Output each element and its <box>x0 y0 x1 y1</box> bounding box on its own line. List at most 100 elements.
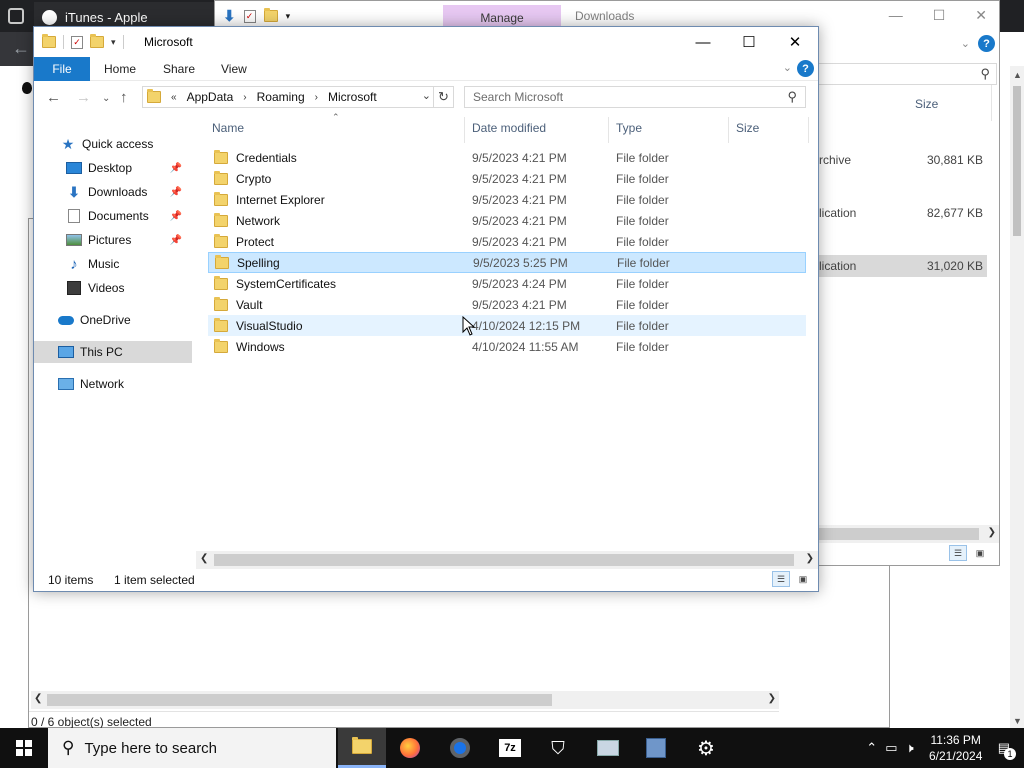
breadcrumb-overflow-icon[interactable]: « <box>171 92 177 103</box>
nav-onedrive[interactable]: OneDrive <box>34 309 192 331</box>
file-list-hscroll[interactable]: ❮ ❯ <box>196 551 818 569</box>
taskbar-app-6[interactable] <box>584 728 632 768</box>
taskbar-chrome[interactable] <box>436 728 484 768</box>
chevron-down-icon[interactable]: ▾ <box>286 11 291 22</box>
table-row[interactable]: SystemCertificates 9/5/2023 4:24 PM File… <box>208 273 806 294</box>
browser-back-icon[interactable]: ← <box>12 38 30 59</box>
scroll-right-icon[interactable]: ❯ <box>768 693 776 704</box>
table-row[interactable]: Windows 4/10/2024 11:55 AM File folder <box>208 336 806 357</box>
nav-network[interactable]: Network <box>34 373 192 395</box>
maximize-icon[interactable]: ☐ <box>933 7 946 24</box>
taskbar-firefox[interactable] <box>386 728 434 768</box>
nav-music[interactable]: ♪ Music <box>34 253 192 275</box>
maximize-icon[interactable]: ☐ <box>726 27 772 57</box>
tab-search-icon[interactable] <box>8 8 24 24</box>
nav-quick-access[interactable]: ★ Quick access <box>34 133 192 155</box>
table-row[interactable]: Credentials 9/5/2023 4:21 PM File folder <box>208 147 806 168</box>
sevenzip-hscroll[interactable]: ❮ ❯ <box>31 691 779 709</box>
column-divider[interactable] <box>991 85 992 121</box>
table-row[interactable]: Internet Explorer 9/5/2023 4:21 PM File … <box>208 189 806 210</box>
properties-icon[interactable]: ✓ <box>71 35 83 49</box>
forward-icon[interactable]: → <box>76 89 91 106</box>
scroll-right-icon[interactable]: ❯ <box>988 527 996 538</box>
downloads-hscroll-thumb[interactable] <box>819 528 979 540</box>
new-folder-icon[interactable] <box>90 34 104 48</box>
address-dropdown-icon[interactable]: ⌄ <box>422 89 431 102</box>
taskbar-app-7[interactable] <box>632 728 680 768</box>
refresh-icon[interactable]: ↻ <box>434 86 454 108</box>
table-row[interactable]: Crypto 9/5/2023 4:21 PM File folder <box>208 168 806 189</box>
downloads-hscroll[interactable]: ❯ <box>819 525 999 543</box>
new-folder-icon[interactable] <box>263 8 278 22</box>
close-icon[interactable]: ✕ <box>975 7 987 24</box>
volume-muted-icon[interactable]: 🕨 <box>906 740 914 756</box>
help-icon[interactable]: ? <box>797 60 814 77</box>
scroll-left-icon[interactable]: ❮ <box>200 553 208 564</box>
column-divider[interactable] <box>464 117 465 143</box>
ribbon-expand-icon[interactable]: ⌄ <box>783 61 792 74</box>
table-row[interactable]: Protect 9/5/2023 4:21 PM File folder <box>208 231 806 252</box>
breadcrumb-chevron-icon[interactable]: › <box>315 92 318 103</box>
table-row-hover[interactable]: VisualStudio 4/10/2024 12:15 PM File fol… <box>208 315 806 336</box>
details-view-icon[interactable]: ☰ <box>772 571 790 587</box>
sevenzip-hscroll-thumb[interactable] <box>47 694 552 706</box>
breadcrumb-roaming[interactable]: Roaming <box>257 90 305 104</box>
help-icon[interactable]: ? <box>978 35 995 52</box>
taskbar-security[interactable]: ⛉ <box>534 728 582 768</box>
browser-scroll-thumb[interactable] <box>1013 86 1021 236</box>
list-item-selected[interactable]: lication 31,020 KB <box>819 255 987 277</box>
recent-locations-icon[interactable]: ⌄ <box>102 93 110 104</box>
scroll-left-icon[interactable]: ❮ <box>34 693 42 704</box>
file-list-hscroll-thumb[interactable] <box>214 554 794 566</box>
table-row[interactable]: Vault 9/5/2023 4:21 PM File folder <box>208 294 806 315</box>
scroll-down-icon[interactable]: ▼ <box>1013 716 1022 726</box>
up-icon[interactable]: ↑ <box>120 89 128 106</box>
chevron-down-icon[interactable]: ▾ <box>111 37 116 48</box>
ribbon-expand-icon[interactable]: ⌄ <box>961 37 970 50</box>
scroll-up-icon[interactable]: ▲ <box>1013 70 1022 80</box>
scroll-right-icon[interactable]: ❯ <box>806 553 814 564</box>
nav-downloads[interactable]: ⬇ Downloads 📌 <box>34 181 192 203</box>
list-item[interactable]: rchive 30,881 KB <box>819 149 987 171</box>
column-size[interactable]: Size <box>915 97 938 111</box>
clock[interactable]: 11:36 PM 6/21/2024 <box>918 732 994 764</box>
column-divider[interactable] <box>608 117 609 143</box>
column-divider[interactable] <box>808 117 809 143</box>
taskbar-7zip[interactable]: 7z <box>486 728 534 768</box>
search-input[interactable]: Search Microsoft ⚲ <box>464 86 806 108</box>
table-row-selected[interactable]: Spelling 9/5/2023 5:25 PM File folder <box>208 252 806 273</box>
minimize-icon[interactable]: — <box>680 27 726 57</box>
column-type[interactable]: Type <box>616 121 642 135</box>
properties-icon[interactable]: ✓ <box>243 9 256 23</box>
address-bar[interactable]: « AppData › Roaming › Microsoft ⌄ <box>142 86 434 108</box>
apple-logo-icon[interactable] <box>22 82 32 94</box>
browser-scrollbar[interactable]: ▲ ▼ <box>1010 66 1024 728</box>
tab-file[interactable]: File <box>34 57 90 81</box>
table-row[interactable]: Network 9/5/2023 4:21 PM File folder <box>208 210 806 231</box>
list-item[interactable]: lication 82,677 KB <box>819 202 987 224</box>
column-name[interactable]: Name <box>212 121 244 135</box>
download-arrow-icon[interactable]: ⬇ <box>223 7 236 25</box>
nav-documents[interactable]: Documents 📌 <box>34 205 192 227</box>
nav-this-pc[interactable]: This PC <box>34 341 192 363</box>
taskbar-file-explorer[interactable] <box>338 728 386 768</box>
column-date-modified[interactable]: Date modified <box>472 121 546 135</box>
close-icon[interactable]: ✕ <box>772 27 818 57</box>
tab-share[interactable]: Share <box>163 62 195 76</box>
breadcrumb-microsoft[interactable]: Microsoft <box>328 90 377 104</box>
taskbar-settings[interactable]: ⚙ <box>682 728 730 768</box>
notifications-icon[interactable]: ▤ 1 <box>998 740 1016 760</box>
breadcrumb-chevron-icon[interactable]: › <box>243 92 246 103</box>
back-icon[interactable]: ← <box>46 89 61 106</box>
details-view-icon[interactable]: ☰ <box>949 545 967 561</box>
large-icons-view-icon[interactable]: ▣ <box>794 571 812 587</box>
chevron-up-icon[interactable]: ⌃ <box>866 740 877 756</box>
tab-view[interactable]: View <box>221 62 247 76</box>
minimize-icon[interactable]: — <box>889 7 903 24</box>
downloads-search[interactable]: ⚲ <box>815 63 997 85</box>
nav-videos[interactable]: Videos <box>34 277 192 299</box>
tab-home[interactable]: Home <box>104 62 136 76</box>
nav-desktop[interactable]: Desktop 📌 <box>34 157 192 179</box>
large-icons-view-icon[interactable]: ▣ <box>971 545 989 561</box>
column-size[interactable]: Size <box>736 121 759 135</box>
